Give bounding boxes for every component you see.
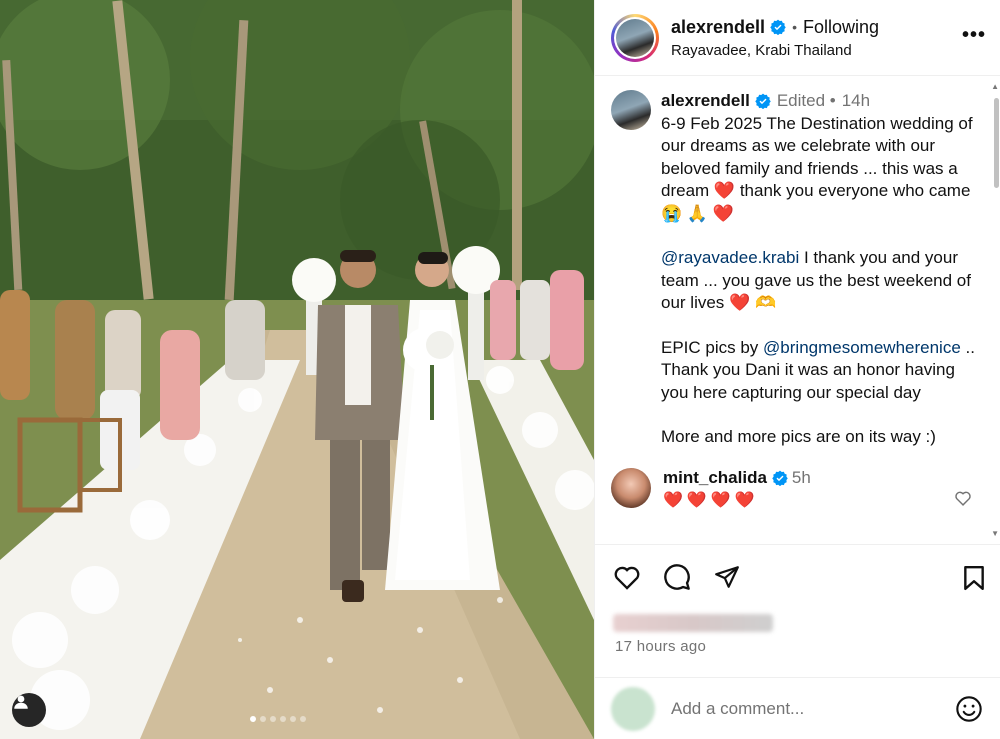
post-caption: alexrendell Edited • 14h 6-9 Feb 2025 Th… [611, 90, 1000, 449]
carousel-dot [300, 716, 306, 722]
post-timestamp[interactable]: 17 hours ago [595, 638, 1000, 660]
mention-link[interactable]: @bringmesomewherenice [763, 338, 961, 357]
carousel-dot-active [250, 716, 256, 722]
caption-author-avatar[interactable] [611, 90, 651, 130]
post-actions-bar [595, 544, 1000, 608]
post-photo[interactable] [0, 0, 594, 739]
tagged-users-button[interactable] [12, 693, 46, 727]
caption-paragraph-2: @rayavadee.krabi I thank you and your te… [661, 248, 971, 312]
like-button[interactable] [613, 564, 641, 590]
add-comment-bar [595, 677, 1000, 739]
speech-bubble-icon [664, 563, 690, 590]
smiley-icon [956, 696, 982, 722]
save-button[interactable] [962, 565, 986, 596]
carousel-dot [290, 716, 296, 722]
current-user-avatar [611, 686, 655, 731]
post-header: alexrendell • Following Rayavadee, Krabi… [595, 0, 1000, 76]
verified-badge-icon [770, 19, 786, 35]
share-button[interactable] [713, 564, 741, 590]
commenter-avatar[interactable] [611, 467, 651, 508]
caption-paragraph-1: 6-9 Feb 2025 The Destination wedding of … [661, 113, 973, 223]
edited-label: Edited • [776, 91, 836, 110]
person-icon [14, 695, 28, 709]
verified-badge-icon [755, 93, 771, 110]
comment-text: ❤️❤️❤️❤️ [663, 491, 759, 509]
commenter-username[interactable]: mint_chalida [663, 468, 767, 488]
heart-emoji: ❤️ [713, 181, 736, 200]
header-text: alexrendell • Following Rayavadee, Krabi… [671, 16, 880, 59]
hands-emoji: 🫶 [754, 293, 777, 312]
comments-section: alexrendell Edited • 14h 6-9 Feb 2025 Th… [595, 76, 1000, 544]
emoji-group: 😭 🙏 [661, 203, 709, 223]
heart-emoji: ❤️ [712, 203, 734, 223]
comment-like-heart-icon[interactable] [954, 490, 972, 506]
mention-link[interactable]: @rayavadee.krabi [661, 248, 799, 267]
author-avatar-story-ring[interactable] [611, 13, 659, 62]
more-options-icon[interactable]: ••• [962, 25, 986, 45]
post-side-panel: alexrendell • Following Rayavadee, Krabi… [594, 0, 1000, 739]
paper-plane-icon [715, 565, 739, 588]
caption-time[interactable]: 14h [842, 90, 870, 113]
author-username[interactable]: alexrendell [671, 17, 765, 38]
carousel-dot [260, 716, 266, 722]
author-avatar[interactable] [616, 18, 654, 57]
emoji-picker-button[interactable] [955, 695, 983, 728]
add-comment-input[interactable] [671, 698, 941, 719]
verified-badge-icon [772, 470, 788, 486]
caption-paragraph-3: EPIC pics by @bringmesomewherenice .. Th… [661, 337, 975, 402]
comment-button[interactable] [663, 563, 691, 591]
following-button[interactable]: Following [803, 17, 879, 38]
comment-time[interactable]: 5h [792, 468, 811, 488]
caption-paragraph-4: More and more pics are on its way :) [661, 427, 936, 446]
carousel-indicator [250, 716, 306, 722]
comment-item: mint_chalida 5h ❤️❤️❤️❤️ [611, 467, 1000, 510]
heart-emoji: ❤️ [729, 293, 751, 312]
heart-outline-icon [614, 566, 640, 590]
blurred-likes-text [613, 614, 773, 632]
caption-username[interactable]: alexrendell [661, 90, 750, 113]
carousel-dot [270, 716, 276, 722]
carousel-dot [280, 716, 286, 722]
post-location[interactable]: Rayavadee, Krabi Thailand [671, 42, 879, 59]
wedding-photo-illustration [0, 0, 594, 739]
bookmark-icon [964, 565, 984, 591]
likes-summary[interactable] [595, 608, 1000, 638]
